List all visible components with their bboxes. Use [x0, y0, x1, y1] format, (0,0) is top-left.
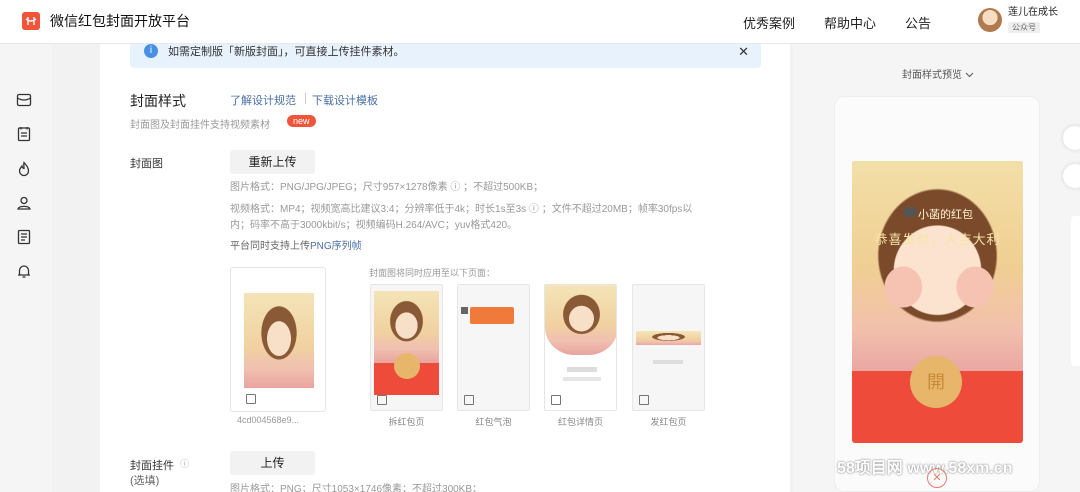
sender-tag: 小菡的红包	[918, 209, 973, 221]
png-sequence-note: 平台同时支持上传PNG序列帧	[230, 239, 750, 255]
video-spec-line-1: 视频格式：MP4；视频宽高比建议3:4；分辨率低于4k；时长1s至3s ⓘ ；文…	[230, 204, 693, 215]
image-spec: 图片格式：PNG/JPG/JPEG；尺寸957×1278像素 ⓘ ；不超过500…	[230, 182, 544, 193]
open-button-mini	[394, 353, 420, 379]
new-badge: new	[287, 115, 316, 127]
phone-preview: 小菡的红包 恭喜发财，大吉大利 開	[834, 96, 1040, 492]
png-sequence-prefix: 平台同时支持上传	[230, 241, 310, 252]
bubble-avatar	[461, 307, 468, 314]
page-card-detail[interactable]	[544, 284, 617, 411]
chevron-down-icon	[965, 72, 974, 78]
side-tool-button-2[interactable]	[1063, 164, 1080, 188]
user-menu[interactable]: 莲儿在成长 公众号	[978, 7, 1058, 33]
user-name: 莲儿在成长	[1008, 7, 1058, 18]
side-drawer[interactable]	[1071, 216, 1080, 366]
brand[interactable]: 微信红包封面开放平台	[22, 11, 190, 31]
page-card-open-packet[interactable]	[370, 284, 443, 411]
section-title: 封面样式	[130, 93, 186, 109]
reupload-button[interactable]: 重新上传	[230, 150, 315, 174]
section-subtitle: 封面图及封面挂件支持视频素材	[130, 120, 270, 131]
detail-photo	[545, 285, 616, 355]
preview-title-dropdown[interactable]: 封面样式预览	[902, 66, 974, 81]
send-preview-strip	[636, 331, 701, 345]
pendant-spec: 图片格式：PNG；尺寸1053×1746像素；不超过300KB；	[230, 484, 483, 492]
detail-line	[567, 367, 597, 372]
list-icon[interactable]	[16, 126, 32, 142]
red-packet-logo-icon	[22, 12, 40, 30]
uploaded-file-name: 4cd004568e9...	[237, 415, 300, 425]
page-label-send: 发红包页	[650, 417, 687, 427]
pendant-label: 封面挂件	[130, 460, 174, 472]
page-label-open: 拆红包页	[388, 417, 425, 427]
page-label-bubble: 红包气泡	[475, 417, 512, 427]
pendant-info-icon: ⓘ	[180, 459, 190, 469]
sender-avatar-icon	[904, 207, 916, 217]
top-bar: 微信红包封面开放平台 优秀案例 帮助中心 公告 莲儿在成长 公众号	[0, 0, 1080, 44]
cover-thumbnail-image	[244, 293, 314, 388]
notice-text: 如需定制版「新版封面」，可直接上传挂件素材。	[168, 46, 405, 58]
left-rail	[0, 44, 52, 492]
blessing-text: 恭喜发财，大吉大利	[874, 232, 1001, 247]
open-button[interactable]: 開	[910, 356, 962, 408]
apply-pages-hint: 封面图将同时应用至以下页面：	[369, 268, 496, 278]
page-label-detail: 红包详情页	[557, 417, 603, 427]
edit-icon[interactable]	[377, 395, 387, 405]
main-panel: i 如需定制版「新版封面」，可直接上传挂件素材。 ✕ 封面样式 了解设计规范 下…	[100, 40, 790, 492]
video-spec-line-2: 内；码率不高于3000kbit/s；视频编码H.264/AVC；yuv格式420…	[230, 220, 518, 231]
edit-icon[interactable]	[464, 395, 474, 405]
nav-help[interactable]: 帮助中心	[824, 13, 876, 32]
cover-preview: 小菡的红包 恭喜发财，大吉大利 開	[852, 161, 1023, 443]
bubble-preview	[470, 307, 514, 324]
account-type-badge: 公众号	[1008, 22, 1040, 33]
document-icon[interactable]	[16, 229, 32, 245]
red-packet-icon[interactable]	[16, 92, 32, 108]
send-line	[653, 360, 683, 364]
preview-panel: 封面样式预览 小菡的红包 恭喜发财，大吉大利 開	[793, 44, 1080, 492]
watermark-close-icon[interactable]: ✕	[927, 468, 947, 488]
preview-title: 封面样式预览	[902, 70, 962, 81]
fire-icon[interactable]	[16, 161, 32, 177]
bell-icon[interactable]	[16, 263, 32, 279]
avatar	[978, 8, 1002, 32]
close-icon[interactable]: ✕	[738, 44, 749, 60]
cover-image-label: 封面图	[130, 158, 163, 170]
side-tool-button[interactable]	[1063, 126, 1080, 150]
nav-announcement[interactable]: 公告	[905, 13, 931, 32]
nav-cases[interactable]: 优秀案例	[743, 13, 795, 32]
info-icon: i	[144, 44, 158, 58]
cover-preview-photo	[852, 161, 1023, 371]
design-spec-link[interactable]: 了解设计规范	[230, 92, 296, 108]
pendant-optional: (选填)	[130, 475, 160, 487]
edit-icon[interactable]	[246, 394, 256, 404]
open-packet-preview	[374, 291, 439, 395]
edit-icon[interactable]	[639, 395, 649, 405]
png-sequence-link[interactable]: PNG序列帧	[310, 241, 362, 252]
detail-line-2	[563, 377, 601, 381]
upload-pendant-button[interactable]: 上传	[230, 451, 315, 475]
watermark: 58项目网 www.58xm.cn	[837, 460, 1013, 477]
notice-banner: i 如需定制版「新版封面」，可直接上传挂件素材。 ✕	[130, 40, 761, 68]
download-template-link[interactable]: 下载设计模板	[312, 92, 378, 108]
uploaded-cover-thumbnail[interactable]	[230, 267, 326, 412]
users-icon[interactable]	[16, 195, 32, 211]
page-card-send[interactable]	[632, 284, 705, 411]
edit-icon[interactable]	[551, 395, 561, 405]
link-divider	[305, 93, 306, 104]
app-title: 微信红包封面开放平台	[50, 13, 190, 29]
page-card-bubble[interactable]	[457, 284, 530, 411]
